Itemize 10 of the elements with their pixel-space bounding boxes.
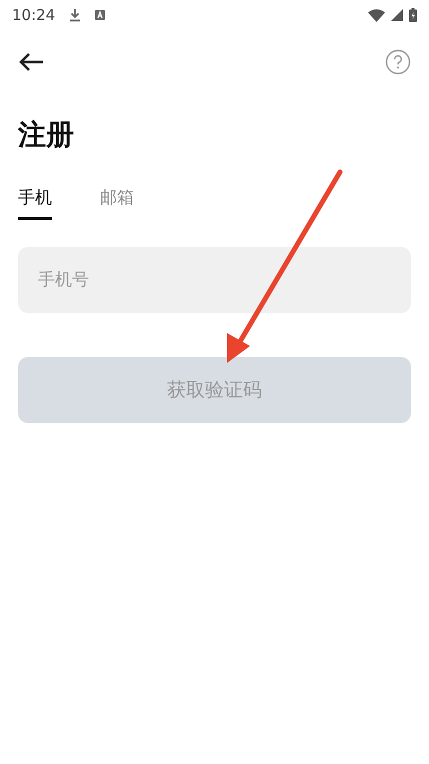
signal-icon [391,9,403,21]
notification-icon [95,10,106,20]
wifi-icon [368,8,385,22]
tab[interactable]: 手机 [18,186,52,220]
tab[interactable]: 邮箱 [100,186,134,220]
status-time: 10:24 [12,6,56,24]
page-title: 注册 [18,118,75,152]
battery-icon [409,8,417,22]
phone-input-field[interactable]: 手机号 [18,246,411,313]
download-icon [69,8,82,22]
